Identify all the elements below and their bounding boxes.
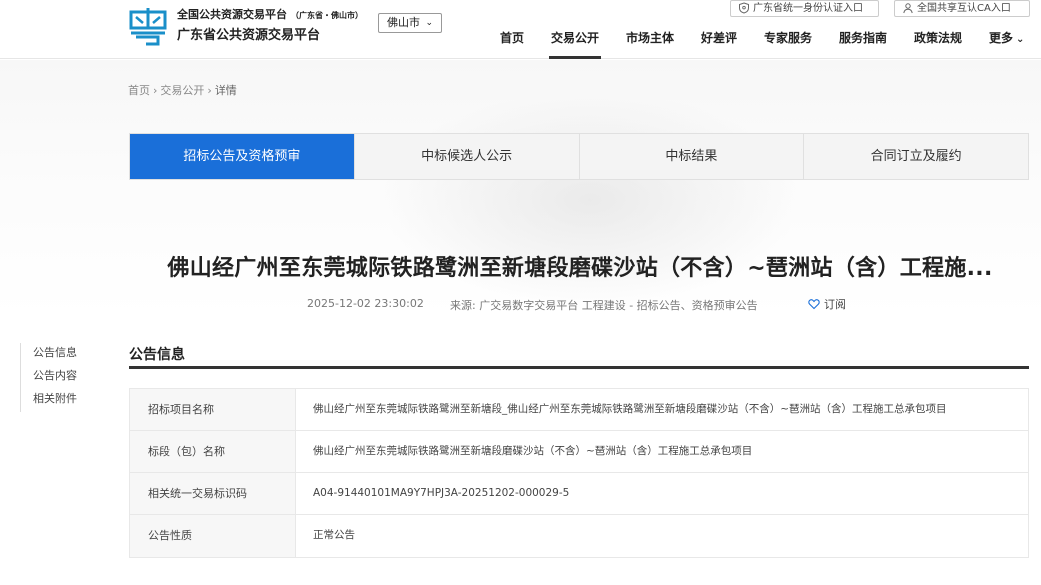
site-header: 全国公共资源交易平台 （广东省・佛山市） 广东省公共资源交易平台 佛山市 ⌄ 广东… (0, 0, 1041, 59)
table-key: 公告性质 (130, 515, 296, 557)
table-key: 相关统一交易标识码 (130, 473, 296, 514)
breadcrumb: 首页 › 交易公开 › 详情 (128, 84, 237, 97)
table-row: 相关统一交易标识码 A04-91440101MA9Y7HPJ3A-2025120… (130, 473, 1028, 515)
nav-trading[interactable]: 交易公开 (548, 29, 602, 59)
side-item-content[interactable]: 公告内容 (33, 366, 80, 389)
heart-icon (808, 299, 820, 310)
chevron-down-icon: ⌄ (425, 18, 433, 28)
table-row: 招标项目名称 佛山经广州至东莞城际铁路鹭洲至新塘段_佛山经广州至东莞城际铁路鹭洲… (130, 389, 1028, 431)
section-title: 公告信息 (129, 347, 185, 363)
nav-market-entities[interactable]: 市场主体 (626, 29, 674, 46)
tab-contract[interactable]: 合同订立及履约 (804, 134, 1028, 179)
article-date: 2025-12-02 23:30:02 (307, 297, 424, 310)
nav-home[interactable]: 首页 (500, 29, 524, 46)
article-source: 来源: 广交易数字交易平台 工程建设 - 招标公告、资格预审公告 (450, 299, 758, 312)
table-value: 佛山经广州至东莞城际铁路鹭洲至新塘段_佛山经广州至东莞城际铁路鹭洲至新塘段磨碟沙… (313, 403, 947, 415)
breadcrumb-trading[interactable]: 交易公开 (160, 84, 204, 97)
tab-winning-result[interactable]: 中标结果 (580, 134, 805, 179)
table-row: 标段（包）名称 佛山经广州至东莞城际铁路鹭洲至新塘段磨碟沙站（不含）~琶洲站（含… (130, 431, 1028, 473)
id-portal-label: 广东省统一身份认证入口 (753, 3, 863, 14)
nav-more-label: 更多 (989, 31, 1014, 45)
nav-reviews[interactable]: 好差评 (701, 29, 737, 46)
city-select-value: 佛山市 (387, 16, 420, 29)
table-key: 标段（包）名称 (130, 431, 296, 472)
id-portal-link[interactable]: 广东省统一身份认证入口 (730, 0, 879, 17)
nav-service-guide[interactable]: 服务指南 (839, 29, 887, 46)
table-value: A04-91440101MA9Y7HPJ3A-20251202-000029-5 (313, 487, 570, 499)
breadcrumb-home[interactable]: 首页 (128, 84, 150, 97)
nav-policies[interactable]: 政策法规 (914, 29, 962, 46)
chevron-down-icon: ⌄ (1016, 34, 1025, 45)
info-table: 招标项目名称 佛山经广州至东莞城际铁路鹭洲至新塘段_佛山经广州至东莞城际铁路鹭洲… (129, 388, 1029, 558)
side-item-info[interactable]: 公告信息 (33, 343, 80, 366)
guangdong-logo-icon[interactable] (128, 6, 168, 46)
announcement-tabs: 招标公告及资格预审 中标候选人公示 中标结果 合同订立及履约 (129, 133, 1029, 180)
side-item-attachments[interactable]: 相关附件 (33, 389, 80, 412)
tab-tender-announcement[interactable]: 招标公告及资格预审 (130, 134, 355, 179)
table-row: 公告性质 正常公告 (130, 515, 1028, 557)
subscribe-button[interactable]: 订阅 (808, 296, 846, 312)
ca-portal-link[interactable]: 全国共享互认CA入口 (894, 0, 1030, 17)
user-icon (903, 3, 913, 14)
side-anchor-nav: 公告信息 公告内容 相关附件 (20, 343, 80, 412)
nav-expert-services[interactable]: 专家服务 (764, 29, 812, 46)
shield-icon (739, 2, 749, 14)
ca-portal-label: 全国共享互认CA入口 (917, 3, 1011, 14)
brand-subtitle: 广东省公共资源交易平台 (177, 28, 321, 43)
article-title: 佛山经广州至东莞城际铁路鹭洲至新塘段磨碟沙站（不含）~琶洲站（含）工程施... (167, 256, 993, 281)
table-key: 招标项目名称 (130, 389, 296, 430)
table-value: 佛山经广州至东莞城际铁路鹭洲至新塘段磨碟沙站（不含）~琶洲站（含）工程施工总承包… (313, 445, 753, 457)
city-select[interactable]: 佛山市 ⌄ (378, 13, 442, 33)
brand-title: 全国公共资源交易平台 （广东省・佛山市） (177, 8, 363, 21)
breadcrumb-current: 详情 (214, 84, 237, 97)
nav-more[interactable]: 更多 ⌄ (989, 29, 1024, 46)
table-value: 正常公告 (313, 529, 355, 541)
tab-winning-candidates[interactable]: 中标候选人公示 (355, 134, 580, 179)
subscribe-label: 订阅 (824, 298, 846, 311)
section-divider (129, 366, 1029, 369)
